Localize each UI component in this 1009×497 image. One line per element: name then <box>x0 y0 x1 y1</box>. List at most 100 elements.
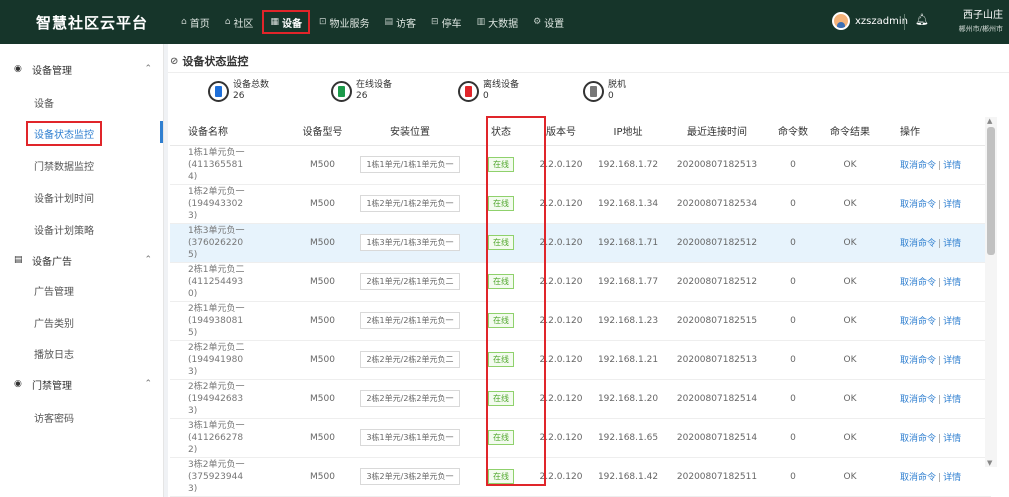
device-status: 在线 <box>470 145 532 185</box>
detail-link[interactable]: 详情 <box>943 356 961 366</box>
table-row[interactable]: 2栋1单元负一(194938081 5) M500 2栋1单元/2栋1单元负一 在线 2.… <box>170 301 991 341</box>
action-separator: | <box>938 239 942 249</box>
location-tag: 3栋1单元/3栋1单元负一 <box>360 429 460 446</box>
sidebar-group-1[interactable]: ▤ 设备广告 ⌃ <box>0 249 164 271</box>
detail-link[interactable]: 详情 <box>943 239 961 249</box>
sidebar-item[interactable]: 门禁数据监控 <box>34 158 94 173</box>
nav-label: 设置 <box>544 18 565 30</box>
detail-link[interactable]: 详情 <box>943 395 961 405</box>
device-table: 设备名称 设备型号 安装位置 状态 版本号 IP地址 最近连接时间 命令数 命令结果 操作 1栋1… <box>170 117 991 497</box>
table-row[interactable]: 3栋1单元负一(411266278 2) M500 3栋1单元/3栋1单元负一 在线 2.… <box>170 418 991 458</box>
table-row[interactable]: 3栋2单元负一(375923944 3) M500 3栋2单元/3栋2单元负一 在线 2.… <box>170 457 991 497</box>
device-name: 2栋2单元负一(194942683 3) <box>170 379 295 419</box>
table-row[interactable]: 2栋2单元负一(194942683 3) M500 2栋2单元/2栋2单元负一 在线 2.… <box>170 379 991 419</box>
header-divider <box>904 14 905 30</box>
cancel-command-link[interactable]: 取消命令 <box>900 317 936 327</box>
cancel-command-link[interactable]: 取消命令 <box>900 278 936 288</box>
detail-link[interactable]: 详情 <box>943 317 961 327</box>
cancel-command-link[interactable]: 取消命令 <box>900 395 936 405</box>
detail-link[interactable]: 详情 <box>943 161 961 171</box>
table-scrollbar[interactable]: ▲ ▼ <box>985 117 997 467</box>
row-actions: 取消命令 | 详情 <box>882 145 991 185</box>
ip-address: 192.168.1.23 <box>590 301 666 341</box>
install-location: 2栋1单元/2栋1单元负二 <box>350 262 470 302</box>
column-header: 安装位置 <box>350 117 470 146</box>
table-row[interactable]: 1栋2单元负一(194943302 3) M500 1栋2单元/1栋2单元负一 在线 2.… <box>170 184 991 224</box>
user-menu[interactable]: xzszadmin <box>832 12 908 30</box>
detail-link[interactable]: 详情 <box>943 200 961 210</box>
door-icon <box>458 80 479 102</box>
nav-item-1[interactable]: ⌂ 社区 <box>219 10 260 34</box>
table-row[interactable]: 1栋3单元负一(376026220 5) M500 1栋3单元/1栋3单元负一 在线 2.… <box>170 223 991 263</box>
action-separator: | <box>938 434 942 444</box>
nav-item-3[interactable]: ⊡ 物业服务 <box>313 10 376 34</box>
row-actions: 取消命令 | 详情 <box>882 379 991 419</box>
bell-icon[interactable]: 🔔︎ <box>915 13 929 26</box>
cancel-command-link[interactable]: 取消命令 <box>900 161 936 171</box>
cancel-command-link[interactable]: 取消命令 <box>900 473 936 483</box>
cancel-command-link[interactable]: 取消命令 <box>900 434 936 444</box>
chevron-up-icon[interactable]: ⌃ <box>144 379 152 389</box>
column-header: 命令数 <box>768 117 818 146</box>
command-count: 0 <box>768 184 818 224</box>
table-row[interactable]: 1栋1单元负一(411365581 4) M500 1栋1单元/1栋1单元负一 在线 2.… <box>170 145 991 185</box>
sidebar-item[interactable]: 广告管理 <box>34 283 74 298</box>
nav-item-0[interactable]: ⌂ 首页 <box>175 10 216 34</box>
sidebar-item[interactable]: 访客密码 <box>34 410 74 425</box>
device-name-line1: 3栋1单元负一(411266278 <box>188 420 245 443</box>
row-actions: 取消命令 | 详情 <box>882 418 991 458</box>
detail-link[interactable]: 详情 <box>943 434 961 444</box>
sidebar-item[interactable]: 设备计划策略 <box>34 222 94 237</box>
nav-item-2[interactable]: ▦ 设备 <box>262 10 310 34</box>
column-header: IP地址 <box>590 117 666 146</box>
scroll-up-icon[interactable]: ▲ <box>987 117 992 125</box>
location-tag: 3栋2单元/3栋2单元负一 <box>360 468 460 485</box>
group-icon: ◉ <box>14 379 22 389</box>
scroll-thumb[interactable] <box>987 127 995 255</box>
version: 2.2.0.120 <box>532 418 590 458</box>
action-separator: | <box>938 200 942 210</box>
stat-label: 脱机 <box>608 80 627 90</box>
cancel-command-link[interactable]: 取消命令 <box>900 356 936 366</box>
detail-link[interactable]: 详情 <box>943 278 961 288</box>
command-count: 0 <box>768 223 818 263</box>
ip-address: 192.168.1.34 <box>590 184 666 224</box>
ip-address: 192.168.1.77 <box>590 262 666 302</box>
nav-icon: ▦ <box>270 17 279 27</box>
community-switcher[interactable]: 西子山庄 郴州市/郴州市 <box>945 6 1003 34</box>
ip-address: 192.168.1.20 <box>590 379 666 419</box>
sidebar-item[interactable]: 设备 <box>34 95 54 110</box>
version: 2.2.0.120 <box>532 145 590 185</box>
sidebar-group-2[interactable]: ◉ 门禁管理 ⌃ <box>0 373 164 395</box>
device-name: 3栋2单元负一(375923944 3) <box>170 457 295 497</box>
sidebar-item[interactable]: 广告类别 <box>34 315 74 330</box>
sidebar-item[interactable]: 设备计划时间 <box>34 190 94 205</box>
stat-card: 脱机 0 <box>583 80 626 102</box>
location-tag: 1栋1单元/1栋1单元负一 <box>360 156 460 173</box>
main-content: ⊘ 设备状态监控 设备总数 26 在线设备 26 离线设备 0 脱机 0 设备名称 设备型号 安装… <box>168 44 1009 497</box>
avatar[interactable] <box>832 12 850 30</box>
nav-item-6[interactable]: ▥ 大数据 <box>471 10 525 34</box>
table-row[interactable]: 2栋1单元负二(411254493 0) M500 2栋1单元/2栋1单元负二 在线 2.… <box>170 262 991 302</box>
device-name-line1: 1栋2单元负一(194943302 <box>188 186 245 209</box>
cancel-command-link[interactable]: 取消命令 <box>900 239 936 249</box>
chevron-up-icon[interactable]: ⌃ <box>144 255 152 265</box>
nav-item-5[interactable]: ⊟ 停车 <box>425 10 468 34</box>
scroll-down-icon[interactable]: ▼ <box>987 459 992 467</box>
last-connect-time: 20200807182512 <box>666 262 768 302</box>
cancel-command-link[interactable]: 取消命令 <box>900 200 936 210</box>
detail-link[interactable]: 详情 <box>943 473 961 483</box>
nav-item-7[interactable]: ⚙ 设置 <box>527 10 570 34</box>
username[interactable]: xzszadmin <box>855 16 908 27</box>
install-location: 2栋1单元/2栋1单元负一 <box>350 301 470 341</box>
sidebar-item[interactable]: 设备状态监控 <box>26 121 102 146</box>
stat-label: 离线设备 <box>483 80 520 90</box>
nav-icon: ⌂ <box>224 17 231 27</box>
sidebar-item[interactable]: 播放日志 <box>34 346 74 361</box>
nav-item-4[interactable]: ▤ 访客 <box>379 10 423 34</box>
location-tag: 2栋2单元/2栋2单元负二 <box>360 351 460 368</box>
chevron-up-icon[interactable]: ⌃ <box>144 64 152 74</box>
sidebar-group-0[interactable]: ◉ 设备管理 ⌃ <box>0 58 164 80</box>
table-row[interactable]: 2栋2单元负二(194941980 3) M500 2栋2单元/2栋2单元负二 在线 2.… <box>170 340 991 380</box>
location-tag: 2栋1单元/2栋1单元负一 <box>360 312 460 329</box>
